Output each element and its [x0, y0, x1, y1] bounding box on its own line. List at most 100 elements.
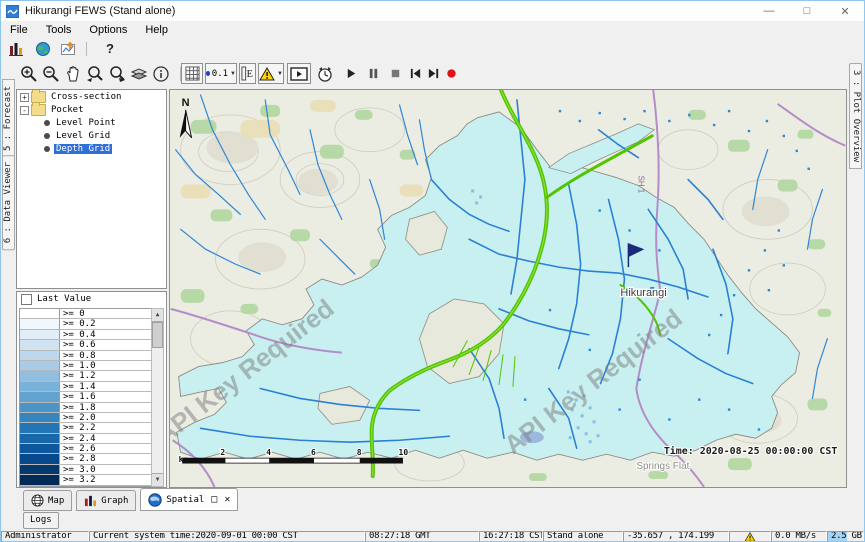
- tab-graph-label: Graph: [101, 496, 128, 506]
- classbreak-dot-icon: [206, 71, 210, 76]
- help-icon[interactable]: ?: [100, 41, 120, 57]
- collapse-icon[interactable]: -: [20, 106, 29, 115]
- status-user: Administrator: [1, 531, 89, 542]
- status-local-time: 16:27:18 CST: [479, 531, 543, 542]
- legend-row: >= 1.6: [20, 392, 151, 402]
- layer-bullet-icon: [44, 120, 50, 126]
- close-tab-icon[interactable]: ✕: [224, 494, 230, 505]
- undock-tab-icon[interactable]: □: [211, 494, 217, 505]
- toolbar-separator: [86, 42, 87, 56]
- menu-bar: File Tools Options Help: [1, 21, 864, 40]
- scroll-thumb[interactable]: [152, 322, 163, 348]
- legend-row: >= 0.8: [20, 351, 151, 361]
- play-icon[interactable]: [341, 64, 361, 83]
- tab-spatial[interactable]: Spatial □ ✕: [140, 488, 238, 511]
- legend-swatch: [20, 454, 60, 463]
- zoom-next-icon[interactable]: [107, 64, 127, 83]
- import-timeseries-icon[interactable]: [59, 41, 79, 57]
- status-transfer-rate: 0.0 MB/s: [771, 531, 827, 542]
- town-label: Hikurangi: [620, 287, 666, 299]
- tree-item-pocket[interactable]: - Pocket: [17, 104, 166, 116]
- info-icon[interactable]: [151, 64, 171, 83]
- label-toggle-button[interactable]: E: [239, 63, 256, 84]
- time-step-icon[interactable]: [315, 64, 335, 83]
- status-warning[interactable]: [729, 531, 771, 542]
- place-label: Springs Flat: [636, 461, 689, 472]
- bar-chart-icon: [84, 494, 97, 507]
- legend-scrollbar[interactable]: ▲ ▼: [151, 308, 164, 487]
- maximize-button[interactable]: □: [788, 1, 826, 21]
- layer-bullet-icon: [44, 133, 50, 139]
- tab-plot-overview[interactable]: 3 : Plot Overview: [849, 63, 862, 169]
- map-canvas[interactable]: N API Key Required API Key Required SH 1…: [170, 90, 846, 487]
- record-icon[interactable]: [441, 64, 461, 83]
- legend-row: >= 2.6: [20, 444, 151, 454]
- tab-forecast[interactable]: 5 : Forecast: [2, 79, 15, 158]
- thresholds-dropdown[interactable]: ▼: [258, 63, 284, 84]
- legend-swatch: [20, 361, 60, 370]
- tab-graph[interactable]: Graph: [76, 490, 136, 511]
- window-controls: — □ ✕: [750, 1, 864, 21]
- tab-spatial-label: Spatial: [166, 495, 204, 505]
- status-mode: Stand alone: [543, 531, 623, 542]
- zoom-previous-icon[interactable]: [85, 64, 105, 83]
- tab-data-viewer[interactable]: 6 : Data Viewer: [2, 155, 15, 250]
- close-button[interactable]: ✕: [826, 1, 864, 21]
- app-logo-icon: [6, 5, 19, 18]
- legend-swatch: [20, 475, 60, 484]
- zoom-out-icon[interactable]: [41, 64, 61, 83]
- last-value-checkbox[interactable]: [21, 294, 32, 305]
- legend-row: >= 2.4: [20, 434, 151, 444]
- legend-row: >= 1.2: [20, 371, 151, 381]
- tree-item-depth-grid[interactable]: Depth Grid: [17, 143, 166, 155]
- tab-map[interactable]: Map: [23, 490, 72, 511]
- legend-swatch: [20, 465, 60, 474]
- scroll-down-icon[interactable]: ▼: [152, 473, 163, 486]
- map-toolbar: 0.1 ▼ E ▼: [1, 58, 864, 90]
- last-value-label: Last Value: [37, 294, 91, 304]
- minimize-button[interactable]: —: [750, 1, 788, 21]
- classbreaks-dropdown[interactable]: 0.1 ▼: [205, 63, 237, 84]
- status-coordinates: -35.657 , 174.199: [623, 531, 729, 542]
- menu-file[interactable]: File: [1, 24, 37, 36]
- legend-swatch: [20, 444, 60, 453]
- pause-icon[interactable]: [363, 64, 383, 83]
- legend-row: >= 1.8: [20, 403, 151, 413]
- grid-display-button[interactable]: [181, 63, 203, 84]
- menu-help[interactable]: Help: [136, 24, 177, 36]
- logs-row: Logs: [1, 511, 864, 530]
- legend-swatch: [20, 403, 60, 412]
- zoom-in-icon[interactable]: [19, 64, 39, 83]
- scroll-up-icon[interactable]: ▲: [152, 309, 163, 322]
- chevron-down-icon: ▼: [230, 71, 236, 77]
- chevron-down-icon: ▼: [277, 71, 283, 77]
- left-panel: + Cross-section - Pocket Level Point Lev…: [16, 89, 169, 488]
- animation-button[interactable]: [287, 63, 311, 84]
- database-chart-icon[interactable]: [7, 41, 27, 57]
- legend-swatch: [20, 309, 60, 318]
- stop-icon[interactable]: [385, 64, 405, 83]
- skip-to-end-icon[interactable]: [423, 64, 443, 83]
- menu-options[interactable]: Options: [80, 24, 136, 36]
- tab-map-label: Map: [48, 496, 64, 506]
- svg-text:2: 2: [220, 448, 225, 457]
- legend-swatch: [20, 371, 60, 380]
- folder-icon: [31, 104, 46, 116]
- legend-row: >= 3.0: [20, 465, 151, 475]
- logs-button[interactable]: Logs: [23, 512, 59, 529]
- pan-hand-icon[interactable]: [63, 64, 83, 83]
- skip-to-start-icon[interactable]: [405, 64, 425, 83]
- globe-icon[interactable]: [33, 41, 53, 57]
- layers-icon[interactable]: [129, 64, 149, 83]
- menu-tools[interactable]: Tools: [37, 24, 81, 36]
- last-value-option[interactable]: Last Value: [17, 292, 166, 306]
- svg-text:8: 8: [357, 448, 362, 457]
- expand-icon[interactable]: +: [20, 93, 29, 102]
- tree-item-level-point[interactable]: Level Point: [17, 117, 166, 129]
- legend-swatch: [20, 413, 60, 422]
- legend-swatch: [20, 319, 60, 328]
- tree-item-level-grid[interactable]: Level Grid: [17, 130, 166, 142]
- legend-swatch: [20, 382, 60, 391]
- window-title: Hikurangi FEWS (Stand alone): [25, 5, 175, 17]
- map-view[interactable]: N API Key Required API Key Required SH 1…: [169, 89, 847, 488]
